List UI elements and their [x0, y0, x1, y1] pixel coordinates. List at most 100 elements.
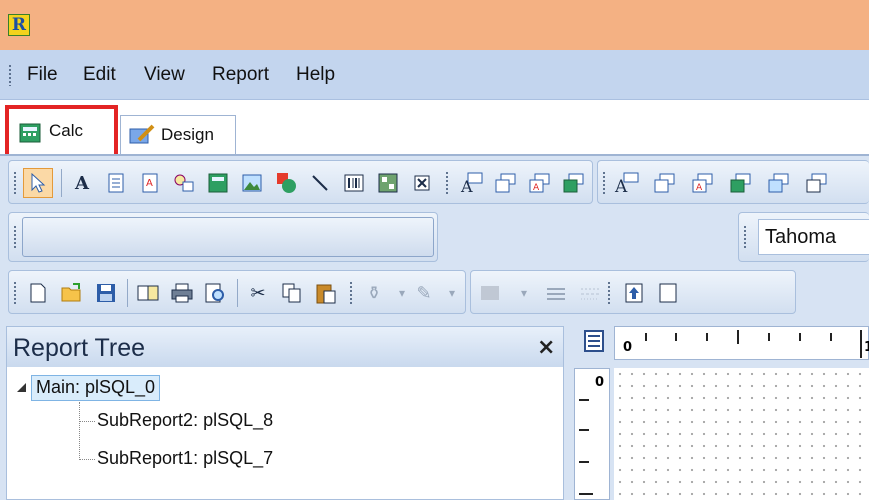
shapes-icon [277, 173, 296, 193]
fill-color-button[interactable]: ⚱ [359, 278, 389, 308]
memo-tool-button[interactable] [101, 168, 131, 198]
db-richtext-button[interactable]: A [688, 168, 718, 198]
svg-text:A: A [696, 183, 703, 193]
copy-icon [282, 283, 301, 303]
design-canvas[interactable] [614, 368, 869, 500]
calculator-icon [19, 123, 41, 143]
toolbar-grip[interactable] [13, 281, 17, 305]
db-calc-button[interactable] [726, 168, 756, 198]
db-memo-tool-button[interactable] [491, 168, 521, 198]
calc-variable-tool-button[interactable] [203, 168, 233, 198]
pointer-icon [31, 173, 46, 193]
db-calc-tool-button[interactable] [559, 168, 589, 198]
design-surface: 0 1 0 [570, 318, 869, 500]
line-style-button[interactable] [575, 278, 605, 308]
db-rich-text-tool-button[interactable]: A [525, 168, 555, 198]
toolbar-grip[interactable] [13, 171, 17, 195]
db-richtext-icon: A [692, 173, 713, 193]
toolbar-grip[interactable] [349, 281, 353, 305]
svg-text:A: A [533, 183, 540, 193]
db-label-tool-button[interactable]: A [612, 168, 642, 198]
tree-node-subreport1[interactable]: SubReport1: plSQL_7 [97, 448, 273, 469]
pointer-tool-button[interactable] [23, 168, 53, 198]
app-icon[interactable]: R [8, 14, 30, 36]
chevron-down-icon: ▾ [448, 286, 456, 300]
system-variable-tool-button[interactable] [169, 168, 199, 198]
send-to-back-button[interactable] [653, 278, 683, 308]
toolbar-grip[interactable] [607, 281, 611, 305]
print-preview-button[interactable] [201, 278, 231, 308]
save-button[interactable] [91, 278, 121, 308]
variable-calculator-icon [208, 173, 228, 193]
menu-report[interactable]: Report [212, 64, 269, 86]
svg-text:A: A [460, 177, 473, 194]
open-button[interactable] [57, 278, 87, 308]
toolbar-separator [127, 279, 128, 307]
line-tool-button[interactable] [305, 168, 335, 198]
tab-design[interactable]: Design [120, 115, 236, 154]
close-icon[interactable]: × [537, 335, 555, 360]
toolbar-grip[interactable] [445, 171, 449, 195]
db-text-tool-button[interactable]: A [457, 168, 487, 198]
open-folder-icon [61, 283, 81, 302]
paste-clipboard-icon [316, 284, 336, 304]
print-button[interactable] [167, 278, 197, 308]
toolbar-grip[interactable] [743, 225, 747, 249]
checkbox-tool-button[interactable] [407, 168, 437, 198]
db-calculator-icon [730, 173, 751, 193]
tree-node-subreport2[interactable]: SubReport2: plSQL_8 [97, 410, 273, 431]
tab-design-label: Design [161, 125, 214, 144]
barcode-tool-button[interactable] [339, 168, 369, 198]
line-color-dropdown[interactable]: ▾ [437, 278, 467, 308]
component-edit-field[interactable] [22, 217, 434, 257]
menu-file[interactable]: File [27, 64, 58, 86]
line-icon [312, 175, 328, 191]
image-tool-button[interactable] [237, 168, 267, 198]
shape-tool-button[interactable] [271, 168, 301, 198]
qr-code-icon [378, 173, 398, 193]
send-to-back-icon [659, 283, 677, 303]
qr-code-tool-button[interactable] [373, 168, 403, 198]
toolbar-grip[interactable] [602, 171, 606, 195]
draw-toolbar: ▾ [470, 270, 796, 314]
paint-bucket-icon: ⚱ [366, 282, 382, 304]
menu-help[interactable]: Help [296, 64, 335, 86]
bring-to-front-button[interactable] [619, 278, 649, 308]
page-setup-button[interactable] [133, 278, 163, 308]
font-name-select[interactable]: Tahoma [758, 219, 869, 255]
ruler-label: 0 [595, 375, 605, 390]
vertical-ruler[interactable]: 0 [574, 368, 610, 500]
tree-node-main[interactable]: Main: plSQL_0 [31, 375, 161, 401]
paste-button[interactable] [311, 278, 341, 308]
menu-edit[interactable]: Edit [83, 64, 116, 86]
db-rich-text-icon: A [529, 173, 550, 193]
cut-button[interactable]: ✂ [243, 278, 273, 308]
highlight-color-button[interactable] [475, 278, 505, 308]
db-memo-button[interactable] [650, 168, 680, 198]
ruler-label: 1 [864, 340, 869, 355]
line-color-button[interactable]: ✎ [409, 278, 439, 308]
copy-button[interactable] [277, 278, 307, 308]
toolbar-separator [61, 169, 62, 197]
tab-calc[interactable]: Calc [5, 105, 118, 159]
ruler-units-icon[interactable] [584, 330, 604, 352]
rich-text-tool-button[interactable]: A [135, 168, 165, 198]
tab-strip: Calc Design [0, 100, 869, 159]
highlight-color-dropdown[interactable]: ▾ [509, 278, 539, 308]
line-thickness-button[interactable] [541, 278, 571, 308]
menu-view[interactable]: View [144, 64, 185, 86]
label-tool-button[interactable]: A [67, 168, 97, 198]
data-aware-toolbar: A A [597, 160, 869, 204]
tree-connector [79, 459, 95, 460]
toolbar-grip[interactable] [13, 225, 17, 249]
report-tree-panel: Report Tree × Main: plSQL_0 SubReport2: … [6, 326, 564, 500]
db-image-button[interactable] [764, 168, 794, 198]
menu-grip[interactable] [8, 64, 12, 86]
printer-icon [171, 283, 193, 303]
horizontal-ruler[interactable]: 0 1 [614, 326, 869, 360]
new-button[interactable] [23, 278, 53, 308]
barcode-icon [344, 174, 364, 192]
db-barcode-button[interactable] [802, 168, 832, 198]
tree-expand-icon[interactable] [17, 383, 26, 392]
bring-to-front-icon [625, 283, 643, 303]
